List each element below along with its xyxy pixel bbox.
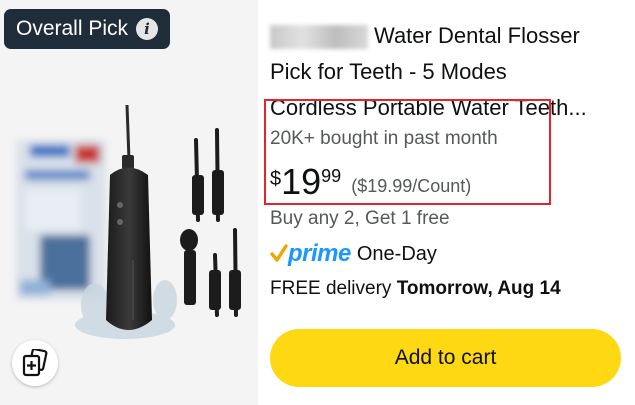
delivery-prefix: FREE delivery <box>270 278 397 299</box>
badge-label: Overall Pick <box>16 17 129 40</box>
info-icon[interactable]: i <box>136 18 159 40</box>
highlight-box <box>264 99 551 205</box>
product-image-panel[interactable]: Overall Pick i <box>0 0 258 405</box>
add-to-cart-button[interactable]: Add to cart <box>270 329 621 387</box>
brand-redacted <box>270 25 368 50</box>
compare-cards-icon <box>22 349 48 377</box>
prime-delivery: prime One-Day <box>270 240 437 268</box>
prime-check-icon <box>270 244 288 262</box>
delivery-info: FREE delivery Tomorrow, Aug 14 <box>270 278 561 300</box>
overall-pick-badge: Overall Pick i <box>4 9 171 49</box>
prime-logo-text: prime <box>288 240 351 267</box>
delivery-speed: One-Day <box>356 242 437 265</box>
title-line1: Water Dental Flosser <box>374 23 580 48</box>
compare-button[interactable] <box>12 340 58 386</box>
product-card[interactable]: Overall Pick i Water Dental Flosser Pick… <box>0 0 635 405</box>
title-line2: Pick for Teeth - 5 Modes <box>270 59 507 84</box>
bundle-offer: Buy any 2, Get 1 free <box>270 208 450 229</box>
delivery-date: Tomorrow, Aug 14 <box>396 278 561 299</box>
prime-logo: prime <box>270 240 351 268</box>
